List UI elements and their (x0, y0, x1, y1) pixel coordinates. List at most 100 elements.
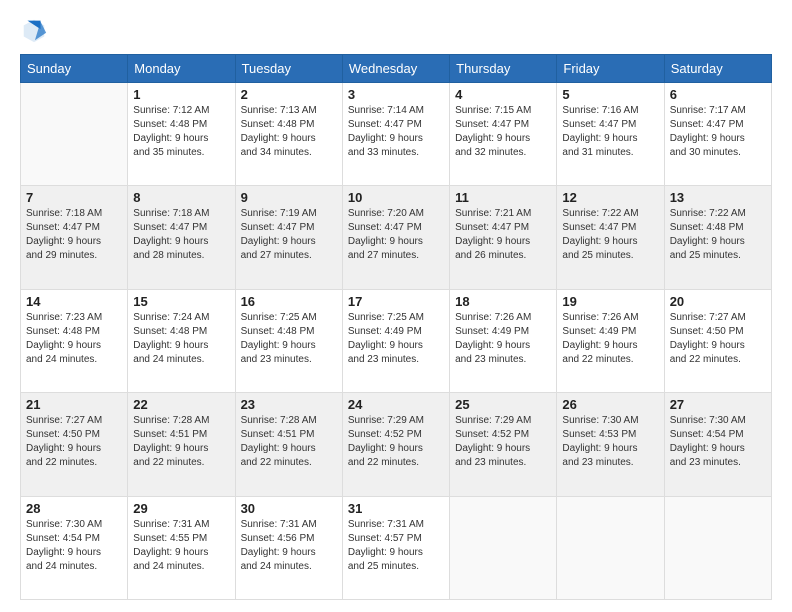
calendar-cell: 14 Sunrise: 7:23 AMSunset: 4:48 PMDayligh… (21, 289, 128, 392)
day-info: Sunrise: 7:15 AMSunset: 4:47 PMDaylight:… (455, 104, 551, 160)
day-number: 28 (26, 501, 122, 516)
day-info: Sunrise: 7:29 AMSunset: 4:52 PMDaylight:… (455, 414, 551, 470)
week-row-1: 1Sunrise: 7:12 AMSunset: 4:48 PMDaylight… (21, 83, 772, 186)
calendar-cell: 11 Sunrise: 7:21 AMSunset: 4:47 PMDayligh… (450, 186, 557, 289)
day-number: 21 (26, 397, 122, 412)
page: SundayMondayTuesdayWednesdayThursdayFrid… (0, 0, 792, 612)
day-info: Sunrise: 7:23 AMSunset: 4:48 PMDaylight:… (26, 311, 122, 367)
day-number: 26 (562, 397, 658, 412)
weekday-header-tuesday: Tuesday (235, 55, 342, 83)
calendar-cell: 27 Sunrise: 7:30 AMSunset: 4:54 PMDayligh… (664, 393, 771, 496)
day-number: 18 (455, 294, 551, 309)
calendar-cell: 18 Sunrise: 7:26 AMSunset: 4:49 PMDayligh… (450, 289, 557, 392)
day-number: 11 (455, 190, 551, 205)
calendar-cell: 16 Sunrise: 7:25 AMSunset: 4:48 PMDayligh… (235, 289, 342, 392)
weekday-header-thursday: Thursday (450, 55, 557, 83)
calendar-cell: 30 Sunrise: 7:31 AMSunset: 4:56 PMDayligh… (235, 496, 342, 599)
day-info: Sunrise: 7:17 AMSunset: 4:47 PMDaylight:… (670, 104, 766, 160)
week-row-2: 7 Sunrise: 7:18 AMSunset: 4:47 PMDaylight… (21, 186, 772, 289)
day-number: 16 (241, 294, 337, 309)
week-row-5: 28 Sunrise: 7:30 AMSunset: 4:54 PMDayligh… (21, 496, 772, 599)
day-info: Sunrise: 7:29 AMSunset: 4:52 PMDaylight:… (348, 414, 444, 470)
calendar-cell: 22 Sunrise: 7:28 AMSunset: 4:51 PMDayligh… (128, 393, 235, 496)
day-number: 31 (348, 501, 444, 516)
calendar-cell: 10 Sunrise: 7:20 AMSunset: 4:47 PMDayligh… (342, 186, 449, 289)
calendar-cell: 1Sunrise: 7:12 AMSunset: 4:48 PMDaylight… (128, 83, 235, 186)
calendar-cell: 21 Sunrise: 7:27 AMSunset: 4:50 PMDayligh… (21, 393, 128, 496)
day-number: 22 (133, 397, 229, 412)
day-number: 14 (26, 294, 122, 309)
day-number: 29 (133, 501, 229, 516)
day-info: Sunrise: 7:26 AMSunset: 4:49 PMDaylight:… (455, 311, 551, 367)
day-number: 17 (348, 294, 444, 309)
day-info: Sunrise: 7:13 AMSunset: 4:48 PMDaylight:… (241, 104, 337, 160)
day-info: Sunrise: 7:16 AMSunset: 4:47 PMDaylight:… (562, 104, 658, 160)
day-number: 23 (241, 397, 337, 412)
day-info: Sunrise: 7:31 AMSunset: 4:56 PMDaylight:… (241, 518, 337, 574)
day-info: Sunrise: 7:31 AMSunset: 4:55 PMDaylight:… (133, 518, 229, 574)
calendar-cell (21, 83, 128, 186)
calendar-table: SundayMondayTuesdayWednesdayThursdayFrid… (20, 54, 772, 600)
day-info: Sunrise: 7:20 AMSunset: 4:47 PMDaylight:… (348, 207, 444, 263)
day-info: Sunrise: 7:26 AMSunset: 4:49 PMDaylight:… (562, 311, 658, 367)
day-number: 8 (133, 190, 229, 205)
day-info: Sunrise: 7:22 AMSunset: 4:48 PMDaylight:… (670, 207, 766, 263)
day-number: 15 (133, 294, 229, 309)
day-number: 24 (348, 397, 444, 412)
day-info: Sunrise: 7:12 AMSunset: 4:48 PMDaylight:… (133, 104, 229, 160)
day-info: Sunrise: 7:14 AMSunset: 4:47 PMDaylight:… (348, 104, 444, 160)
day-info: Sunrise: 7:21 AMSunset: 4:47 PMDaylight:… (455, 207, 551, 263)
calendar-cell: 9Sunrise: 7:19 AMSunset: 4:47 PMDaylight… (235, 186, 342, 289)
day-info: Sunrise: 7:30 AMSunset: 4:53 PMDaylight:… (562, 414, 658, 470)
day-info: Sunrise: 7:18 AMSunset: 4:47 PMDaylight:… (133, 207, 229, 263)
day-info: Sunrise: 7:19 AMSunset: 4:47 PMDaylight:… (241, 207, 337, 263)
calendar-cell: 19 Sunrise: 7:26 AMSunset: 4:49 PMDayligh… (557, 289, 664, 392)
day-number: 3 (348, 87, 444, 102)
calendar-cell: 20Sunrise: 7:27 AMSunset: 4:50 PMDayligh… (664, 289, 771, 392)
day-info: Sunrise: 7:28 AMSunset: 4:51 PMDaylight:… (133, 414, 229, 470)
day-number: 19 (562, 294, 658, 309)
weekday-header-row: SundayMondayTuesdayWednesdayThursdayFrid… (21, 55, 772, 83)
calendar-cell: 8 Sunrise: 7:18 AMSunset: 4:47 PMDaylight… (128, 186, 235, 289)
day-info: Sunrise: 7:30 AMSunset: 4:54 PMDaylight:… (26, 518, 122, 574)
calendar-cell (557, 496, 664, 599)
calendar-cell: 12 Sunrise: 7:22 AMSunset: 4:47 PMDayligh… (557, 186, 664, 289)
day-number: 7 (26, 190, 122, 205)
day-number: 13 (670, 190, 766, 205)
day-number: 5 (562, 87, 658, 102)
header (20, 16, 772, 44)
weekday-header-friday: Friday (557, 55, 664, 83)
calendar-cell: 13 Sunrise: 7:22 AMSunset: 4:48 PMDayligh… (664, 186, 771, 289)
day-info: Sunrise: 7:25 AMSunset: 4:48 PMDaylight:… (241, 311, 337, 367)
calendar-cell: 17 Sunrise: 7:25 AMSunset: 4:49 PMDayligh… (342, 289, 449, 392)
calendar-cell: 6 Sunrise: 7:17 AMSunset: 4:47 PMDaylight… (664, 83, 771, 186)
day-number: 20 (670, 294, 766, 309)
logo (20, 16, 52, 44)
calendar-cell: 25 Sunrise: 7:29 AMSunset: 4:52 PMDayligh… (450, 393, 557, 496)
day-number: 12 (562, 190, 658, 205)
calendar-cell: 2 Sunrise: 7:13 AMSunset: 4:48 PMDaylight… (235, 83, 342, 186)
week-row-4: 21 Sunrise: 7:27 AMSunset: 4:50 PMDayligh… (21, 393, 772, 496)
day-info: Sunrise: 7:25 AMSunset: 4:49 PMDaylight:… (348, 311, 444, 367)
calendar-cell: 4Sunrise: 7:15 AMSunset: 4:47 PMDaylight… (450, 83, 557, 186)
calendar-cell: 15 Sunrise: 7:24 AMSunset: 4:48 PMDayligh… (128, 289, 235, 392)
calendar-cell: 23 Sunrise: 7:28 AMSunset: 4:51 PMDayligh… (235, 393, 342, 496)
day-number: 30 (241, 501, 337, 516)
day-number: 2 (241, 87, 337, 102)
weekday-header-sunday: Sunday (21, 55, 128, 83)
day-info: Sunrise: 7:22 AMSunset: 4:47 PMDaylight:… (562, 207, 658, 263)
day-info: Sunrise: 7:27 AMSunset: 4:50 PMDaylight:… (26, 414, 122, 470)
calendar-cell (450, 496, 557, 599)
calendar-cell: 7Sunrise: 7:18 AMSunset: 4:47 PMDaylight… (21, 186, 128, 289)
calendar-cell: 24 Sunrise: 7:29 AMSunset: 4:52 PMDayligh… (342, 393, 449, 496)
day-number: 10 (348, 190, 444, 205)
day-info: Sunrise: 7:24 AMSunset: 4:48 PMDaylight:… (133, 311, 229, 367)
week-row-3: 14 Sunrise: 7:23 AMSunset: 4:48 PMDayligh… (21, 289, 772, 392)
day-number: 6 (670, 87, 766, 102)
day-number: 27 (670, 397, 766, 412)
day-info: Sunrise: 7:30 AMSunset: 4:54 PMDaylight:… (670, 414, 766, 470)
weekday-header-saturday: Saturday (664, 55, 771, 83)
logo-icon (20, 16, 48, 44)
day-info: Sunrise: 7:28 AMSunset: 4:51 PMDaylight:… (241, 414, 337, 470)
day-number: 25 (455, 397, 551, 412)
